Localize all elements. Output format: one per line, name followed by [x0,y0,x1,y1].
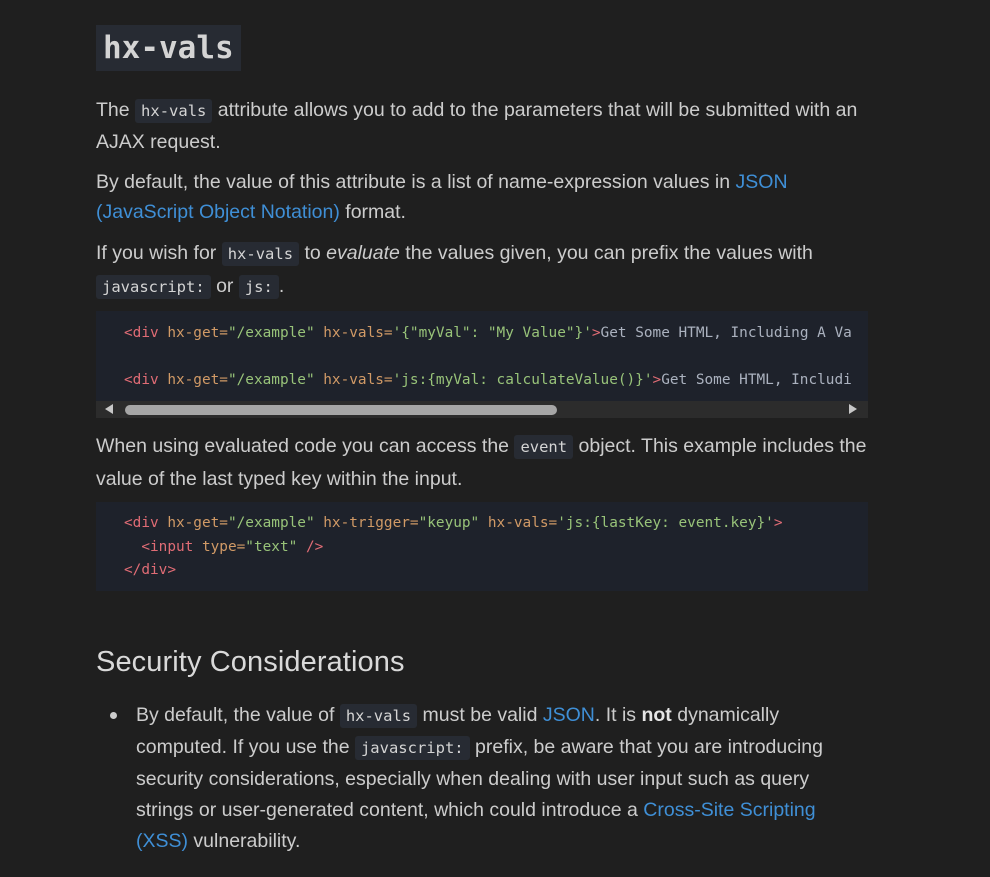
code-attr: type= [193,538,246,555]
inline-code-javascript: javascript: [354,736,470,760]
inline-code-js: js: [238,275,279,299]
intro-paragraph: The hx-vals attribute allows you to add … [96,95,868,158]
evaluate-text-pre: If you wish for [96,242,222,264]
scroll-right-arrow-icon[interactable] [849,404,857,414]
code-attr: hx-get= [158,325,228,341]
code-attr: hx-trigger= [314,515,419,531]
default-text-post: format. [339,201,406,223]
json-link[interactable]: JSON [543,704,595,726]
code-line-2: <div hx-get="/example" hx-vals='js:{myVa… [96,345,868,392]
inline-code-javascript: javascript: [96,275,211,299]
code-string: "/example" [227,325,315,341]
code-tag: <div [124,372,159,388]
page-title: hx-vals [96,25,241,71]
code-tag: <div [124,325,159,341]
code-attr: hx-get= [158,515,228,531]
evaluate-text-mid2: the values given, you can prefix the val… [399,242,813,264]
code-attr: hx-vals= [314,372,393,388]
default-paragraph: By default, the value of this attribute … [96,167,868,227]
scroll-left-arrow-icon[interactable] [105,404,113,414]
bullet-icon [110,712,117,719]
code-tag: /> [297,538,324,555]
code-block-event: <div hx-get="/example" hx-trigger="keyup… [96,502,868,591]
code-text: Get Some HTML, Includi [661,372,852,388]
inline-code-hx-vals: hx-vals [221,242,300,266]
code-string: "keyup" [418,515,480,531]
evaluate-text-mid3: or [210,275,239,297]
item-text-post: vulnerability. [188,830,301,852]
list-item: By default, the value of hx-vals must be… [96,700,868,857]
event-paragraph: When using evaluated code you can access… [96,430,868,495]
code-attr: hx-vals= [479,515,558,531]
security-list: By default, the value of hx-vals must be… [96,700,868,857]
security-heading: Security Considerations [96,646,405,678]
code-tag: > [591,325,601,341]
inline-code-event: event [514,435,574,459]
code-string: "text" [245,538,298,555]
event-text-pre: When using evaluated code you can access… [96,435,515,457]
code-string: "/example" [227,515,315,531]
code-string: 'js:{myVal: calculateValue()}' [392,372,653,388]
horizontal-scrollbar[interactable] [96,401,868,418]
code-tag: > [773,515,783,531]
scroll-thumb[interactable] [125,405,557,415]
default-text-pre: By default, the value of this attribute … [96,171,736,193]
code-block-2-lines: <div hx-get="/example" hx-trigger="keyup… [96,502,868,583]
item-strong: not [641,704,672,726]
code-tag: > [652,372,662,388]
code-string: '{"myVal": "My Value"}' [392,325,592,341]
inline-code-hx-vals: hx-vals [135,99,213,123]
code-text: Get Some HTML, Including A Va [600,325,852,341]
code-tag: <input [141,538,194,555]
code-attr: hx-vals= [314,325,393,341]
code-tag: </div> [124,562,176,578]
evaluate-text-mid1: to [299,242,327,264]
inline-code-hx-vals: hx-vals [339,704,418,728]
evaluate-paragraph: If you wish for hx-vals to evaluate the … [96,237,868,303]
evaluate-text-post: . [278,275,285,297]
code-line-1: <div hx-get="/example" hx-vals='{"myVal"… [96,311,868,345]
evaluate-emphasis: evaluate [326,242,400,264]
item-text-pre: By default, the value of [136,704,340,726]
item-text-mid2: . It is [594,704,642,726]
code-string: "/example" [227,372,315,388]
code-attr: hx-get= [158,372,228,388]
item-text-mid1: must be valid [417,704,543,726]
code-tag: <div [124,515,159,531]
code-block-hx-vals: <div hx-get="/example" hx-vals='{"myVal"… [96,311,868,401]
code-string: 'js:{lastKey: event.key}' [557,515,774,531]
intro-text-pre: The [96,99,136,121]
